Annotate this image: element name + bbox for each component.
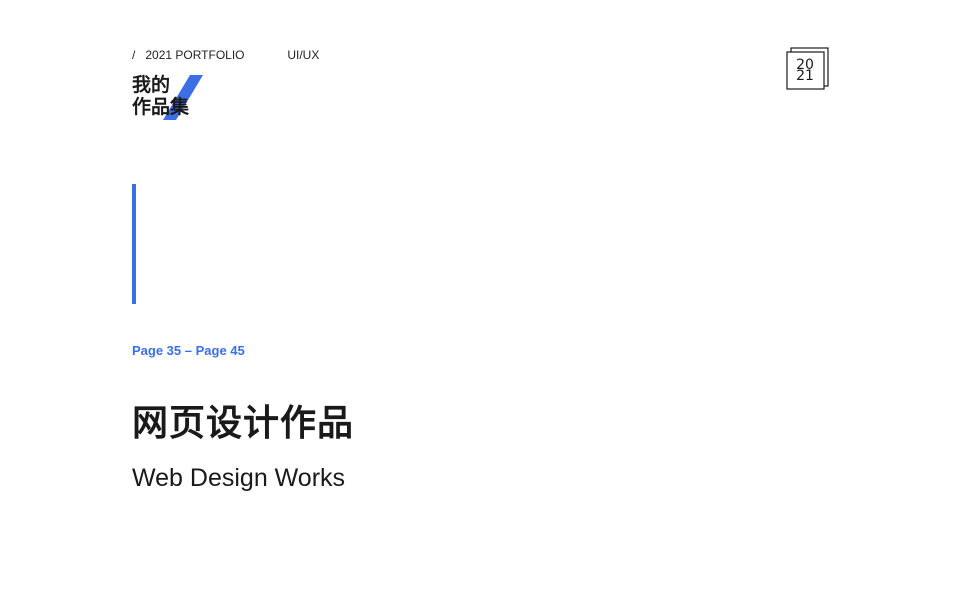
logo-line-2: 作品集 [132,96,190,118]
page-range: Page 35 – Page 45 [132,343,245,358]
section-title-cn: 网页设计作品 [132,403,355,444]
section-title-en: Web Design Works [132,464,346,492]
category-label: UI/UX [287,48,320,62]
portfolio-logo: 我的 作品集 [132,74,222,124]
header-slash: / [132,48,136,62]
header-line: / 2021 PORTFOLIO UI/UX [132,48,319,62]
logo-line-1: 我的 [132,74,171,96]
year-badge: 20 21 [786,46,830,90]
accent-bar [132,184,136,304]
year-badge-icon: 20 21 [786,47,829,90]
logo-text: 我的 作品集 [132,74,189,118]
portfolio-label: 2021 PORTFOLIO [145,48,245,62]
year-badge-bottom: 21 [796,68,814,84]
